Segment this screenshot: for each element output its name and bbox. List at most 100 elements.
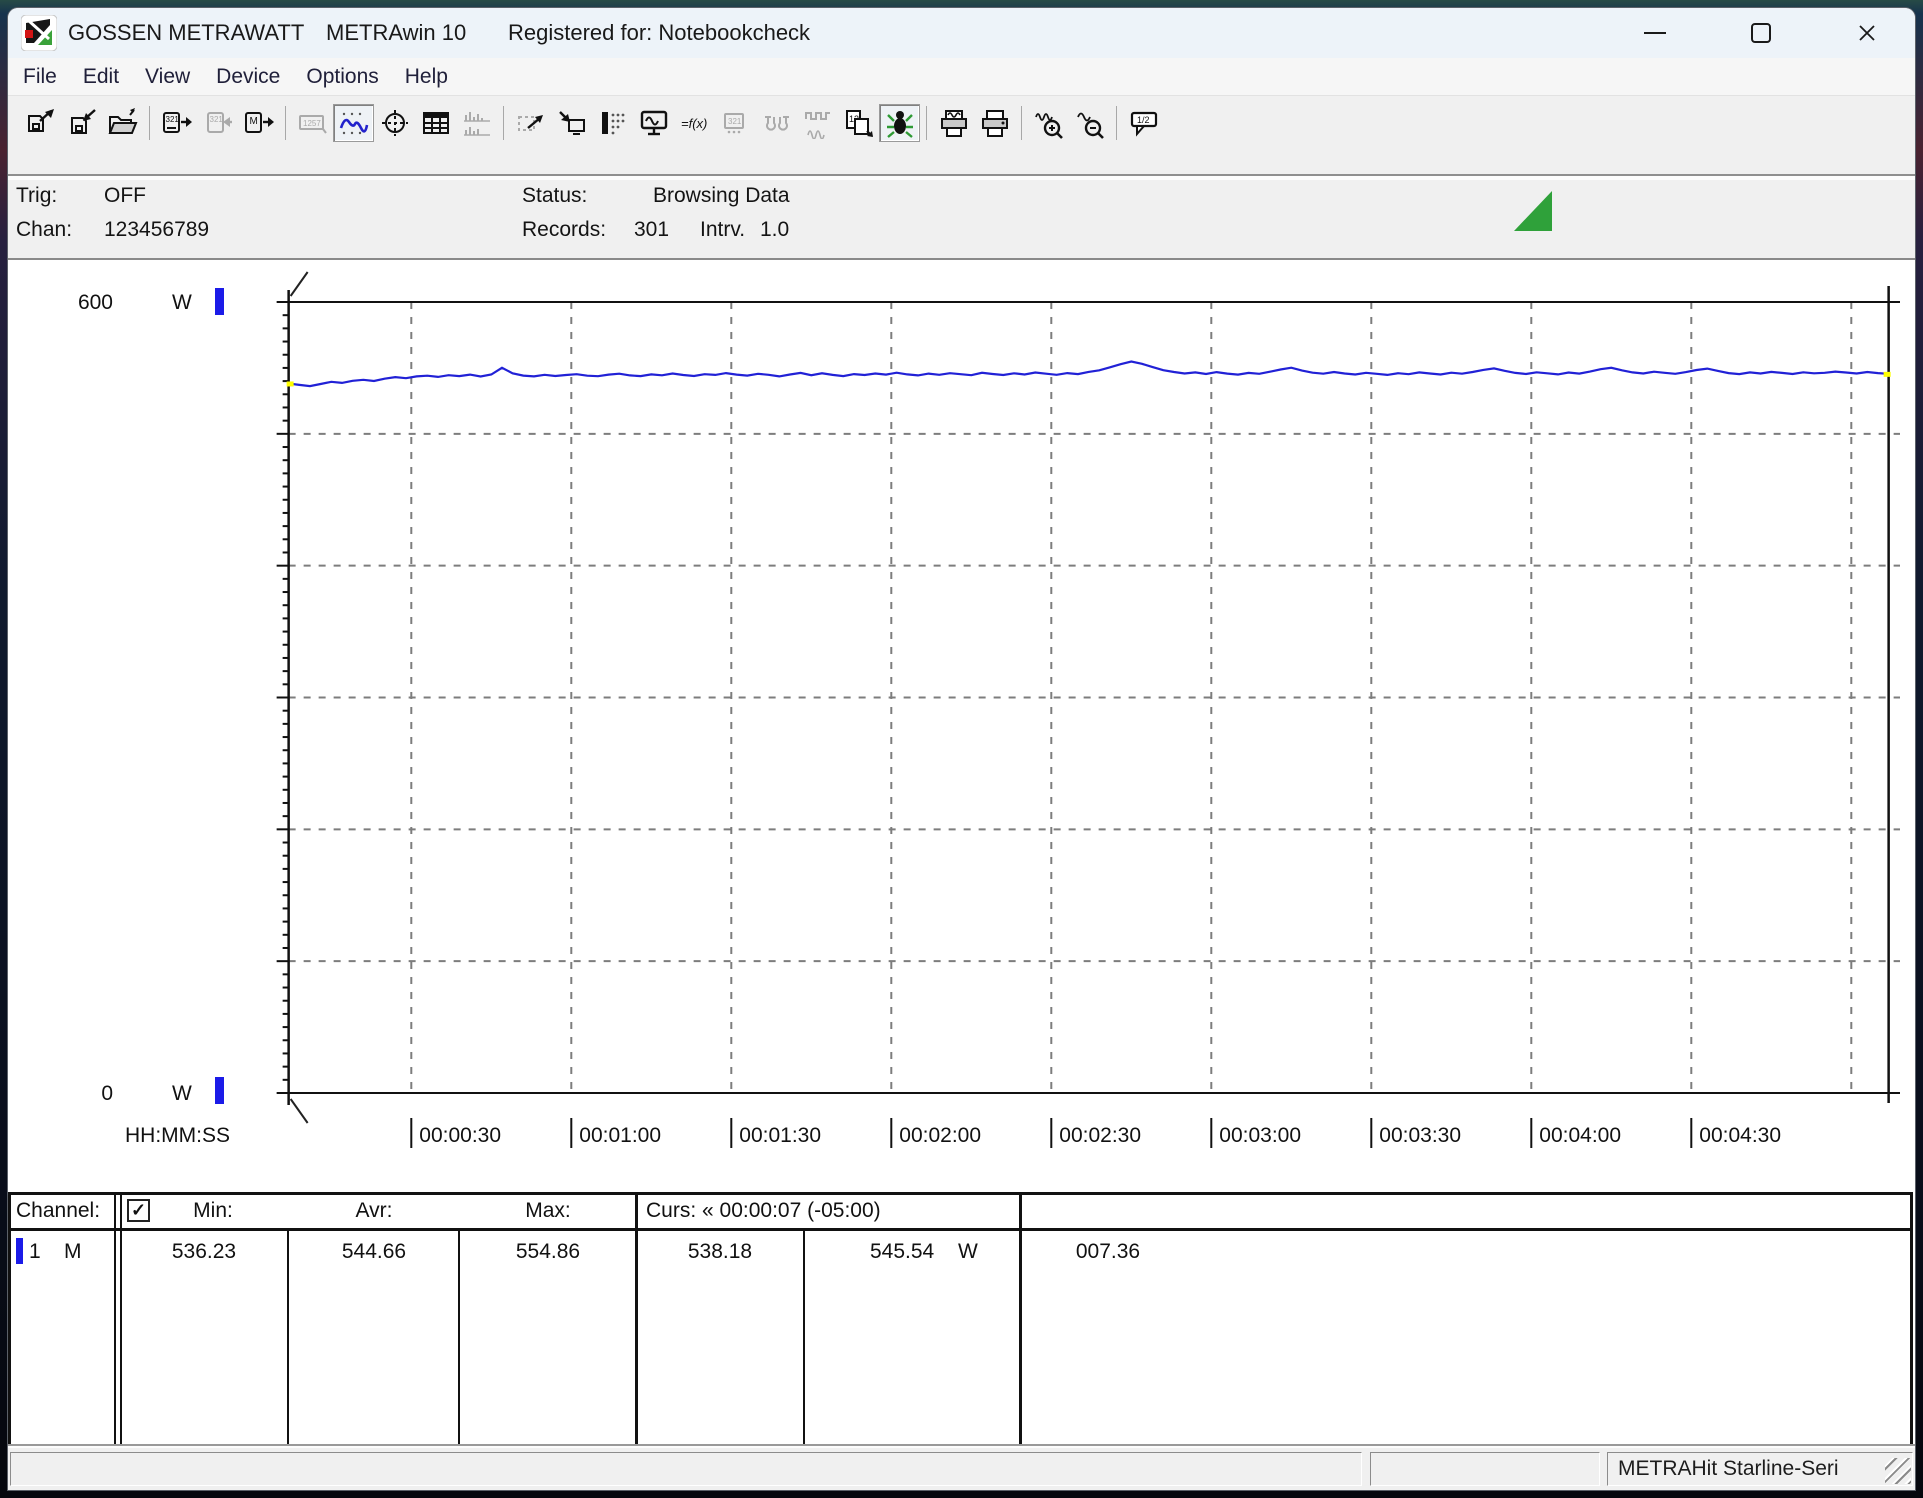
x-tick-label-00:03:00: 00:03:00 <box>1219 1124 1301 1147</box>
statusbar-panel-main <box>10 1452 1362 1486</box>
records-label: Records: <box>522 218 606 242</box>
channel-mode: M <box>64 1240 82 1264</box>
x-tick-label-00:04:30: 00:04:30 <box>1699 1124 1781 1147</box>
max-value: 554.86 <box>516 1240 580 1264</box>
device-name: METRAHit Starline-Seri <box>1618 1457 1839 1480</box>
channel-number: 1 <box>29 1240 41 1264</box>
min-value: 536.23 <box>172 1240 236 1264</box>
avr-value: 544.66 <box>342 1240 406 1264</box>
menu-view[interactable]: View <box>132 58 203 95</box>
toolbar-button-read-device-icon[interactable] <box>156 104 197 142</box>
toolbar-button-export-data-icon[interactable] <box>551 104 592 142</box>
toolbar-button-display-values-icon[interactable] <box>292 104 333 142</box>
minimize-button[interactable] <box>1622 8 1688 58</box>
maximize-button[interactable] <box>1728 8 1794 58</box>
toolbar-button-monitor-view-icon[interactable] <box>633 104 674 142</box>
menu-options[interactable]: Options <box>293 58 391 95</box>
gossen-metrawatt-logo-icon <box>21 15 57 51</box>
cursor2-sample-marker <box>1884 372 1891 377</box>
avr-header: Avr: <box>356 1199 393 1223</box>
y-unit-top-label: W <box>172 291 192 314</box>
toolbar-button-probe-adjust-icon[interactable] <box>756 104 797 142</box>
toolbar-button-print-preview-icon[interactable] <box>933 104 974 142</box>
toolbar-button-formula-icon[interactable] <box>674 104 715 142</box>
cursor2-unit: W <box>958 1240 978 1264</box>
channel-marker-top[interactable] <box>215 288 224 315</box>
cursor1-bottom-mark <box>291 1099 308 1123</box>
chan-label: Chan: <box>16 218 72 242</box>
menu-device[interactable]: Device <box>203 58 293 95</box>
check-icon: ✓ <box>131 1200 146 1221</box>
app-title: METRAwin 10 <box>326 20 466 46</box>
menu-file[interactable]: File <box>10 58 70 95</box>
intrv-label: Intrv. <box>700 218 745 242</box>
toolbar-button-zoom-out-icon[interactable] <box>1069 104 1110 142</box>
channel-visible-checkbox[interactable]: ✓ <box>127 1199 150 1222</box>
registered-for-label: Registered for: Notebookcheck <box>508 20 810 46</box>
cursor1-sample-marker <box>287 381 294 386</box>
menu-bar: FileEditViewDeviceOptionsHelp <box>8 58 1915 96</box>
intrv-value: 1.0 <box>760 218 789 242</box>
toolbar-button-table-view-icon[interactable] <box>415 104 456 142</box>
cursor2-value: 545.54 <box>870 1240 934 1264</box>
status-bar: METRAHit Starline-Seri <box>8 1448 1915 1490</box>
info-bar: Trig: OFF Chan: 123456789 Status: Browsi… <box>8 178 1915 260</box>
x-axis-unit-label: HH:MM:SS <box>125 1124 230 1147</box>
channel-header: Channel: <box>16 1199 100 1223</box>
minimize-icon <box>1644 32 1666 34</box>
x-tick-label-00:04:00: 00:04:00 <box>1539 1124 1621 1147</box>
brand-title: GOSSEN METRAWATT <box>68 20 304 46</box>
menu-help[interactable]: Help <box>392 58 461 95</box>
toolbar-separator <box>920 106 933 140</box>
toolbar-button-channel-list-icon[interactable] <box>592 104 633 142</box>
x-tick-label-00:02:00: 00:02:00 <box>899 1124 981 1147</box>
statusbar-panel-mid <box>1370 1452 1600 1486</box>
y-max-label: 600 <box>78 291 113 314</box>
trig-value: OFF <box>104 184 146 208</box>
toolbar-button-zoom-range-icon[interactable] <box>510 104 551 142</box>
toolbar-button-display-321-icon[interactable] <box>715 104 756 142</box>
chart-panel[interactable]: 6000WWHH:MM:SS00:00:3000:01:0000:01:3000… <box>8 262 1915 1192</box>
toolbar-button-notes-icon[interactable] <box>1123 104 1164 142</box>
x-tick-label-00:02:30: 00:02:30 <box>1059 1124 1141 1147</box>
y-unit-bottom-label: W <box>172 1082 192 1105</box>
toolbar-button-scope-view-icon[interactable] <box>374 104 415 142</box>
toolbar-button-zoom-in-icon[interactable] <box>1028 104 1069 142</box>
power-chart[interactable]: 6000WWHH:MM:SS00:00:3000:01:0000:01:3000… <box>10 262 1911 1192</box>
toolbar-button-debug-log-icon[interactable] <box>879 104 920 142</box>
toolbar-separator <box>279 106 292 140</box>
status-value: Browsing Data <box>653 184 790 208</box>
toolbar-button-save-as-icon[interactable] <box>20 104 61 142</box>
max-header: Max: <box>525 1199 571 1223</box>
x-tick-label-00:03:30: 00:03:30 <box>1379 1124 1461 1147</box>
toolbar-button-memory-read-icon[interactable] <box>238 104 279 142</box>
measurement-table: Channel: ✓ Min: Avr: Max: Curs: « 00:00:… <box>8 1192 1915 1446</box>
toolbar-button-open-icon[interactable] <box>102 104 143 142</box>
cursor1-top-mark <box>291 272 308 296</box>
toolbar-button-pulse-view-icon[interactable] <box>797 104 838 142</box>
toolbar-button-copy-view-icon[interactable] <box>838 104 879 142</box>
statusbar-panel-device: METRAHit Starline-Seri <box>1607 1452 1913 1486</box>
close-button[interactable] <box>1834 8 1900 58</box>
channel-marker-bottom[interactable] <box>215 1077 224 1104</box>
status-label: Status: <box>522 184 587 208</box>
maximize-icon <box>1751 23 1771 43</box>
cursor1-value: 538.18 <box>688 1240 752 1264</box>
close-icon <box>1857 23 1877 43</box>
power-trace-channel-1 <box>289 362 1889 387</box>
toolbar <box>8 97 1915 174</box>
resize-grip[interactable] <box>1885 1458 1911 1484</box>
channel-color-marker <box>16 1238 23 1264</box>
toolbar-button-write-device-icon[interactable] <box>197 104 238 142</box>
cursor-header: Curs: « 00:00:07 (-05:00) <box>646 1199 881 1223</box>
toolbar-button-save-icon[interactable] <box>61 104 102 142</box>
trig-label: Trig: <box>16 184 57 208</box>
title-bar: GOSSEN METRAWATT METRAwin 10 Registered … <box>8 8 1915 58</box>
toolbar-button-histogram-view-icon[interactable] <box>456 104 497 142</box>
y-min-label: 0 <box>101 1082 113 1105</box>
toolbar-button-chart-view-icon[interactable] <box>333 104 374 142</box>
toolbar-button-print-icon[interactable] <box>974 104 1015 142</box>
toolbar-separator <box>1110 106 1123 140</box>
records-value: 301 <box>634 218 669 242</box>
menu-edit[interactable]: Edit <box>70 58 132 95</box>
